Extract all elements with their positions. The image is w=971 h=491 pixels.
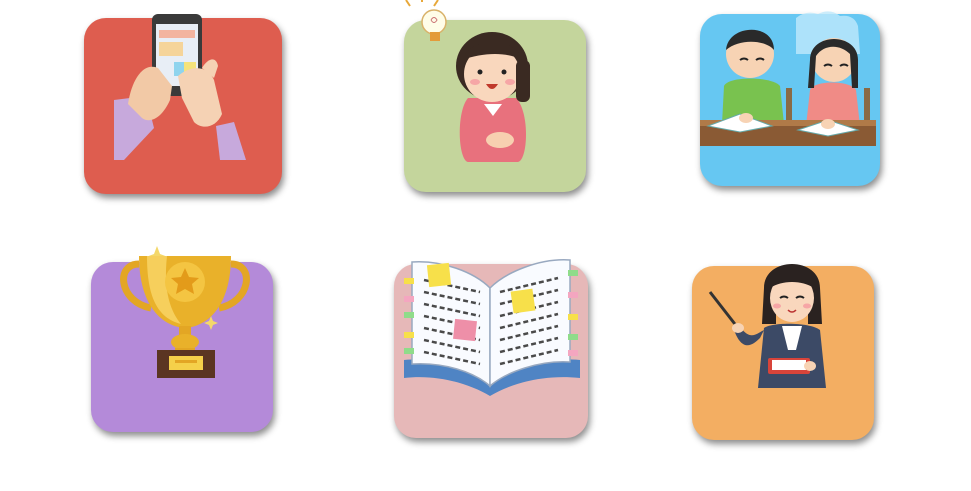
smartphone-hands-icon: [114, 14, 246, 160]
tile-trophy[interactable]: [91, 246, 273, 432]
idea-girl-icon: [405, 0, 530, 162]
teacher-pointer-icon: [708, 264, 826, 388]
open-notebook-icon: [404, 259, 580, 396]
tile-study[interactable]: [700, 11, 880, 186]
trophy-icon: [120, 246, 250, 378]
tile-teacher[interactable]: [692, 264, 874, 440]
tile-smartphone[interactable]: [84, 14, 282, 194]
tile-idea[interactable]: [404, 0, 586, 192]
tile-notebook[interactable]: [394, 259, 588, 438]
lightbulb-icon: [405, 0, 447, 41]
students-studying-icon: [700, 11, 876, 146]
